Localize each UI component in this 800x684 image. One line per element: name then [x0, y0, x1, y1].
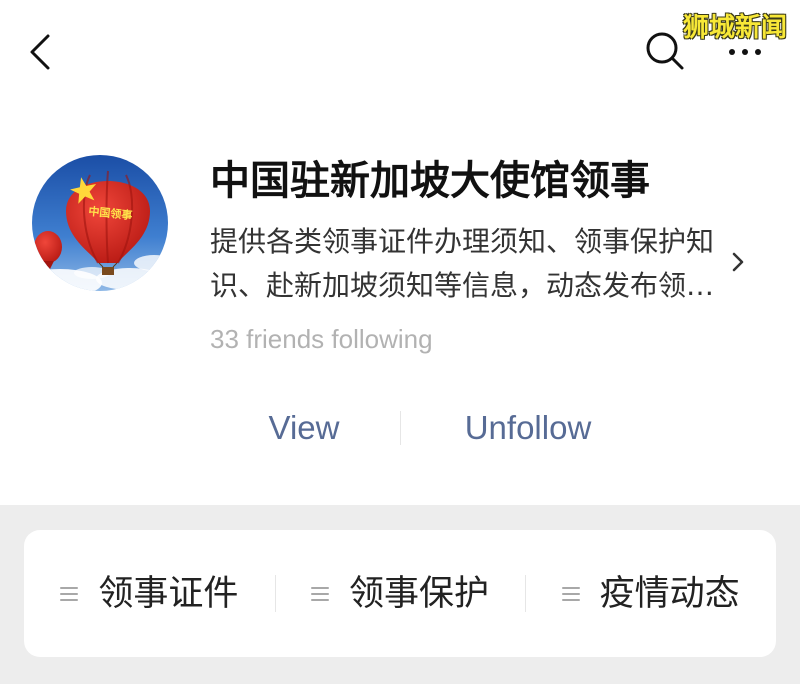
- avatar[interactable]: 中国领事: [32, 155, 168, 291]
- watermark: 狮城新闻: [683, 13, 788, 43]
- view-button[interactable]: View: [244, 406, 364, 450]
- unfollow-button[interactable]: Unfollow: [448, 406, 608, 450]
- action-divider: [400, 411, 401, 445]
- menu-separator: [525, 575, 526, 612]
- more-icon-dot: [755, 49, 761, 55]
- menu-separator: [275, 575, 276, 612]
- account-name: 中国驻新加坡大使馆领事: [210, 158, 650, 204]
- profile-header: 狮城新闻 中国领事 中国驻新加坡大使馆领事 提供各类领事证件办理须知、领事保护知…: [0, 0, 800, 505]
- account-menu-bar: 领事证件 领事保护 疫情动态: [24, 530, 776, 657]
- friends-following-count: 33 friends following: [210, 324, 433, 354]
- official-account-profile-page: 狮城新闻 中国领事 中国驻新加坡大使馆领事 提供各类领事证件办理须知、领事保护知…: [0, 0, 800, 684]
- chevron-right-icon[interactable]: [731, 251, 745, 273]
- more-icon-dot: [742, 49, 748, 55]
- account-description-line: 提供各类领事证件办理须知、领事保护知: [210, 225, 715, 258]
- back-button[interactable]: [22, 30, 58, 74]
- menu-item-label: 领事证件: [98, 573, 239, 614]
- menu-lines-icon: [311, 584, 329, 604]
- menu-lines-icon: [561, 584, 580, 604]
- menu-item-label: 疫情动态: [599, 573, 740, 614]
- chevron-left-icon: [30, 34, 50, 70]
- menu-item-consular-documents[interactable]: 领事证件: [24, 530, 275, 657]
- avatar-logo-image: 中国领事: [32, 155, 168, 291]
- menu-item-consular-protection[interactable]: 领事保护: [275, 530, 526, 657]
- account-description[interactable]: 提供各类领事证件办理须知、领事保护知 识、赴新加坡须知等信息，动态发布领…: [210, 220, 720, 308]
- menu-lines-icon: [60, 584, 79, 604]
- menu-item-label: 领事保护: [349, 573, 490, 614]
- menu-item-epidemic-updates[interactable]: 疫情动态: [525, 530, 776, 657]
- more-icon-dot: [729, 49, 735, 55]
- account-description-line: 识、赴新加坡须知等信息，动态发布领…: [210, 269, 715, 302]
